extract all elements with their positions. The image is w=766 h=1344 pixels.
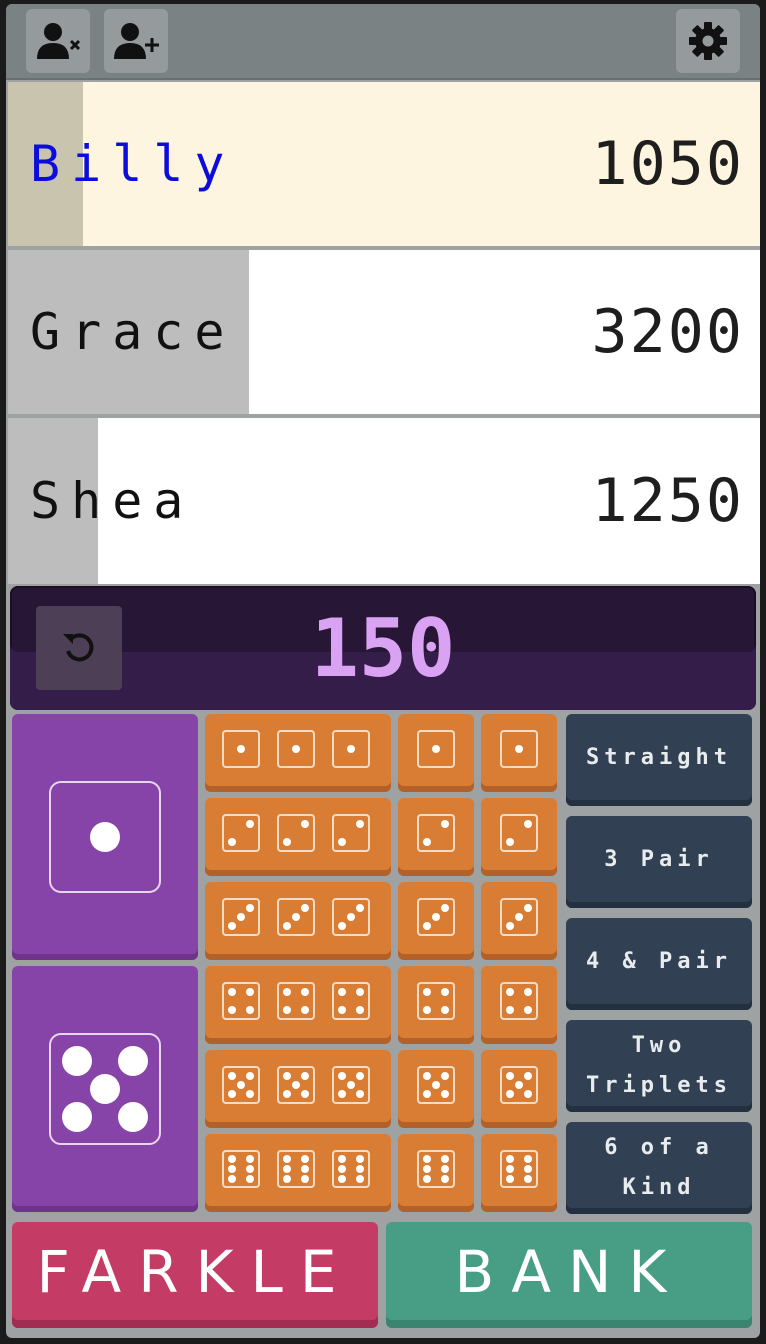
die-face-5-icon (49, 1033, 161, 1145)
die-face-2-icon (222, 814, 260, 852)
player-score: 3200 (591, 297, 744, 367)
die-face-1-icon (49, 781, 161, 893)
undo-button[interactable] (36, 606, 122, 690)
die-face-5-icon (222, 1066, 260, 1104)
app-frame: Billy 1050 Grace 3200 Shea 1250 150 Stra… (6, 4, 760, 1338)
die-face-4-icon (277, 982, 315, 1020)
die-face-4-icon (500, 982, 538, 1020)
two-triplets-button[interactable]: Two Triplets (566, 1020, 752, 1112)
two-triple-tile[interactable] (205, 798, 391, 876)
die-face-3-icon (417, 898, 455, 936)
six-triple-tile[interactable] (205, 1134, 391, 1212)
straight-button[interactable]: Straight (566, 714, 752, 806)
three-single-a-tile[interactable] (398, 882, 474, 960)
player-score: 1250 (591, 466, 744, 536)
die-face-4-icon (332, 982, 370, 1020)
die-face-5-icon (417, 1066, 455, 1104)
die-face-6-icon (417, 1150, 455, 1188)
four-single-b-tile[interactable] (481, 966, 557, 1044)
die-face-4-icon (222, 982, 260, 1020)
die-face-2-icon (500, 814, 538, 852)
die-one-button[interactable] (12, 714, 198, 960)
die-face-3-icon (277, 898, 315, 936)
add-player-icon (113, 21, 159, 61)
undo-icon (59, 626, 99, 670)
die-face-3-icon (500, 898, 538, 936)
four-single-a-tile[interactable] (398, 966, 474, 1044)
die-face-2-icon (332, 814, 370, 852)
die-face-5-icon (277, 1066, 315, 1104)
die-face-1-icon (332, 730, 370, 768)
die-five-button[interactable] (12, 966, 198, 1212)
die-face-6-icon (332, 1150, 370, 1188)
bank-button[interactable]: BANK (386, 1222, 752, 1328)
one-single-a-tile[interactable] (398, 714, 474, 792)
player-name: Shea (30, 472, 195, 530)
die-face-4-icon (417, 982, 455, 1020)
three-pair-button[interactable]: 3 Pair (566, 816, 752, 908)
player-row-billy[interactable]: Billy 1050 (8, 82, 760, 246)
player-name: Grace (30, 303, 236, 361)
player-name: Billy (30, 135, 236, 193)
player-row-shea[interactable]: Shea 1250 (8, 418, 760, 584)
one-single-b-tile[interactable] (481, 714, 557, 792)
gear-icon (688, 21, 728, 61)
five-single-a-tile[interactable] (398, 1050, 474, 1128)
die-face-1-icon (500, 730, 538, 768)
die-face-2-icon (277, 814, 315, 852)
three-single-b-tile[interactable] (481, 882, 557, 960)
one-triple-tile[interactable] (205, 714, 391, 792)
five-triple-tile[interactable] (205, 1050, 391, 1128)
six-single-a-tile[interactable] (398, 1134, 474, 1212)
four-triple-tile[interactable] (205, 966, 391, 1044)
three-triple-tile[interactable] (205, 882, 391, 960)
die-face-2-icon (417, 814, 455, 852)
top-toolbar (6, 4, 760, 80)
six-of-a-kind-button[interactable]: 6 of a Kind (566, 1122, 752, 1214)
five-single-b-tile[interactable] (481, 1050, 557, 1128)
remove-player-icon (36, 21, 80, 61)
die-face-6-icon (222, 1150, 260, 1188)
die-face-3-icon (222, 898, 260, 936)
die-face-6-icon (500, 1150, 538, 1188)
four-and-pair-button[interactable]: 4 & Pair (566, 918, 752, 1010)
settings-button[interactable] (676, 9, 740, 73)
remove-player-button[interactable] (26, 9, 90, 73)
die-face-1-icon (417, 730, 455, 768)
die-face-6-icon (277, 1150, 315, 1188)
die-face-3-icon (332, 898, 370, 936)
add-player-button[interactable] (104, 9, 168, 73)
die-face-5-icon (332, 1066, 370, 1104)
die-face-1-icon (277, 730, 315, 768)
die-face-5-icon (500, 1066, 538, 1104)
player-row-grace[interactable]: Grace 3200 (8, 250, 760, 414)
die-face-1-icon (222, 730, 260, 768)
player-score: 1050 (591, 129, 744, 199)
turn-score-panel: 150 (10, 586, 756, 710)
two-single-b-tile[interactable] (481, 798, 557, 876)
two-single-a-tile[interactable] (398, 798, 474, 876)
farkle-button[interactable]: FARKLE (12, 1222, 378, 1328)
six-single-b-tile[interactable] (481, 1134, 557, 1212)
